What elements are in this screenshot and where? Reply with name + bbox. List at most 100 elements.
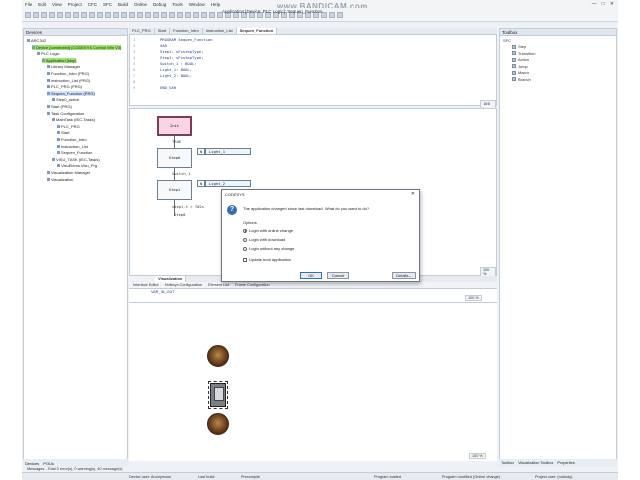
- toolbar-button[interactable]: [113, 11, 119, 18]
- menu-debug[interactable]: Debug: [150, 2, 169, 7]
- toolbar-button[interactable]: [337, 11, 343, 18]
- tab-toolbox[interactable]: Toolbox: [501, 461, 514, 465]
- radio-no-change[interactable]: Login without any change: [243, 246, 294, 251]
- tree-item[interactable]: Task Configuration: [47, 111, 84, 116]
- menu-help[interactable]: Help: [208, 2, 223, 7]
- subtab-hotkeys-configuration[interactable]: Hotkeys Configuration: [165, 282, 202, 288]
- toolbar-button[interactable]: [121, 11, 127, 18]
- sfc-transition-switch[interactable]: Switch_1: [172, 171, 190, 176]
- toolbox-item-transition[interactable]: Transition: [512, 51, 535, 56]
- toolbox-item-action[interactable]: Action: [512, 57, 529, 62]
- tree-item[interactable]: Visualization: [47, 177, 73, 182]
- toolbar-button[interactable]: [329, 11, 335, 18]
- maximize-button[interactable]: □: [602, 1, 605, 7]
- tree-item[interactable]: VisuElems.Visu_Prg: [57, 163, 97, 168]
- sfc-step0[interactable]: Step0: [157, 148, 192, 168]
- tree-item[interactable]: Function_Intro: [57, 137, 87, 142]
- tree-item[interactable]: ARC342: [27, 38, 46, 43]
- tree-item[interactable]: Instruction_List: [57, 144, 88, 149]
- tree-item[interactable]: Step0_active: [52, 97, 79, 102]
- sfc-step1[interactable]: Step1: [157, 180, 192, 200]
- tree-item[interactable]: Sequen_Function: [57, 150, 92, 155]
- toolbar-button[interactable]: [57, 11, 63, 18]
- toolbar-button[interactable]: [73, 11, 79, 18]
- toolbar-button[interactable]: [49, 11, 55, 18]
- tree-item[interactable]: VISU_TASK (IEC-Tasks): [52, 157, 100, 162]
- toolbar-button[interactable]: [209, 11, 215, 18]
- tab-pous[interactable]: POUs: [43, 461, 54, 466]
- lamp-element-1[interactable]: [207, 345, 229, 367]
- toolbar-button[interactable]: [41, 11, 47, 18]
- visualization-declaration[interactable]: VAR_IN_OUT 100 %: [129, 289, 497, 303]
- dialog-close-icon[interactable]: ✕: [411, 191, 415, 197]
- subtab-interface-editor[interactable]: Interface Editor: [133, 282, 159, 288]
- sfc-transition-true[interactable]: TRUE: [172, 139, 181, 144]
- sfc-action-light-2[interactable]: Light_2: [205, 180, 251, 187]
- sfc-action-light-1[interactable]: Light_1: [205, 148, 251, 155]
- tree-item[interactable]: PLC Logic: [37, 51, 59, 56]
- toolbar-button[interactable]: [97, 11, 103, 18]
- toolbox-item-macro[interactable]: Macro: [512, 70, 529, 75]
- toolbox-item-step[interactable]: Step: [512, 44, 526, 49]
- tree-item[interactable]: PLC_PRG: [57, 124, 80, 129]
- tree-item[interactable]: Instruction_List (PRG): [47, 78, 90, 83]
- menu-build[interactable]: Build: [115, 2, 131, 7]
- toolbar-button[interactable]: [25, 11, 31, 18]
- toolbar-button[interactable]: [65, 11, 71, 18]
- menu-cfc[interactable]: CFC: [85, 2, 100, 7]
- toolbar-button[interactable]: [137, 11, 143, 18]
- radio-online-change[interactable]: Login with online change: [243, 228, 293, 233]
- declaration-editor[interactable]: 1 PROGRAM Sequen_Function 2 VAR 3 Step1: sFc…: [129, 34, 497, 112]
- lamp-element-2[interactable]: [207, 413, 229, 435]
- radio-button[interactable]: [243, 246, 247, 251]
- tree-item[interactable]: Start (PRG): [47, 104, 72, 109]
- toolbar-button[interactable]: [145, 11, 151, 18]
- subtab-element-list[interactable]: Element List: [208, 282, 229, 288]
- radio-button[interactable]: [243, 237, 247, 242]
- tree-item[interactable]: Application [stop]: [42, 57, 77, 63]
- toolbar-button[interactable]: [153, 11, 159, 18]
- tree-item[interactable]: Visualization Manager: [47, 170, 90, 175]
- tree-item[interactable]: Device [connected] (CODESYS Control Win …: [32, 44, 122, 50]
- radio-button[interactable]: [243, 228, 247, 233]
- tree-item[interactable]: Start: [57, 130, 69, 135]
- details-button[interactable]: Details...: [392, 272, 416, 279]
- sfc-jump-target[interactable]: Step0: [174, 212, 185, 217]
- toolbar-button[interactable]: [33, 11, 39, 18]
- close-window-button[interactable]: ✕: [610, 1, 614, 7]
- toolbar-button[interactable]: [193, 11, 199, 18]
- tab-devices[interactable]: Devices: [25, 461, 39, 466]
- toolbar-button[interactable]: [89, 11, 95, 18]
- sfc-init-step[interactable]: Init: [157, 116, 192, 136]
- toolbar-button[interactable]: [161, 11, 167, 18]
- tree-item[interactable]: Sequen_Function (PRG): [47, 90, 95, 96]
- sfc-transition-time[interactable]: step1.t > T#2s: [172, 204, 204, 209]
- tree-item[interactable]: Library Manager: [47, 64, 80, 69]
- tree-item[interactable]: PLC_PRG (PRG): [47, 84, 82, 89]
- menu-online[interactable]: Online: [131, 2, 150, 7]
- vis-decl-zoom[interactable]: 100 %: [465, 295, 482, 301]
- toolbar-button[interactable]: [201, 11, 207, 18]
- checkbox[interactable]: [243, 257, 247, 262]
- toolbar-button[interactable]: [185, 11, 191, 18]
- tab-properties[interactable]: Properties: [557, 461, 574, 465]
- toolbox-section-sfc[interactable]: SFC: [503, 38, 511, 43]
- checkbox-update-boot[interactable]: Update boot application: [243, 257, 291, 262]
- menu-view[interactable]: View: [49, 2, 65, 7]
- tree-item[interactable]: Function_Intro (PRG): [47, 71, 89, 76]
- radio-download[interactable]: Login with download: [243, 237, 285, 242]
- menu-sfc[interactable]: SFC: [100, 2, 115, 7]
- toolbar-button[interactable]: [105, 11, 111, 18]
- menu-file[interactable]: File: [22, 2, 35, 7]
- menu-window[interactable]: Window: [186, 2, 208, 7]
- toolbar-button[interactable]: [177, 11, 183, 18]
- toolbox-item-branch[interactable]: Branch: [512, 77, 531, 82]
- minimize-button[interactable]: —: [592, 1, 597, 7]
- toolbar-button[interactable]: [81, 11, 87, 18]
- visualization-canvas[interactable]: 100 %: [129, 303, 497, 461]
- vis-canvas-zoom[interactable]: 100 %: [469, 453, 486, 459]
- subtab-frame-configuration[interactable]: Frame Configuration: [235, 282, 270, 288]
- menu-edit[interactable]: Edit: [35, 2, 49, 7]
- toolbox-item-jump[interactable]: Jump: [512, 64, 528, 69]
- switch-element[interactable]: [210, 383, 226, 407]
